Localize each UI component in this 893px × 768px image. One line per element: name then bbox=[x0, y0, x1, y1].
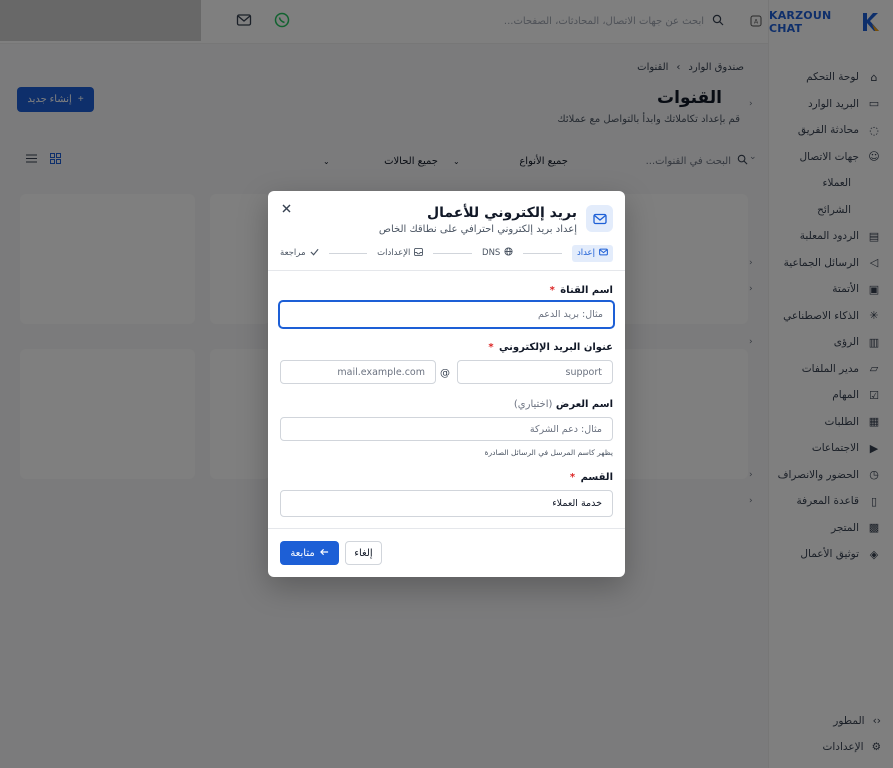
modal-title: بريد إلكتروني للأعمال bbox=[426, 205, 577, 221]
inbox-icon bbox=[414, 247, 424, 259]
business-email-modal: بريد إلكتروني للأعمال إعداد بريد إلكترون… bbox=[268, 191, 625, 577]
required-marker: * bbox=[549, 285, 555, 296]
required-marker: * bbox=[488, 342, 494, 353]
display-name-hint: يظهر كاسم المرسل في الرسائل الصادرة bbox=[484, 448, 613, 457]
cancel-button[interactable]: إلغاء bbox=[345, 541, 382, 565]
department-label-text: القسم bbox=[580, 472, 613, 483]
display-name-label: اسم العرض (اختياري) bbox=[514, 399, 613, 410]
step-connector bbox=[433, 252, 473, 254]
wizard-steps: إعداد DNS الإعدادات مراجعة bbox=[280, 243, 613, 263]
step-setup-label: إعداد bbox=[576, 248, 595, 258]
email-address-label-text: عنوان البريد الإلكتروني bbox=[499, 342, 613, 353]
modal-subtitle: إعداد بريد إلكتروني احترافي على نطاقك ال… bbox=[378, 224, 577, 235]
step-dns-label: DNS bbox=[482, 248, 501, 258]
required-marker: * bbox=[569, 472, 576, 483]
step-settings[interactable]: الإعدادات bbox=[377, 247, 424, 259]
continue-button[interactable]: متابعة bbox=[280, 541, 339, 565]
close-icon[interactable] bbox=[280, 202, 292, 214]
continue-button-label: متابعة bbox=[290, 547, 315, 559]
email-domain-input[interactable] bbox=[280, 360, 436, 384]
display-name-label-text: اسم العرض bbox=[555, 399, 613, 410]
channel-name-label-text: اسم القناة bbox=[560, 285, 613, 296]
step-review[interactable]: مراجعة bbox=[280, 248, 319, 259]
modal-mail-icon bbox=[586, 205, 613, 232]
step-setup[interactable]: إعداد bbox=[571, 244, 613, 262]
mail-icon bbox=[599, 248, 608, 259]
channel-name-input[interactable] bbox=[278, 300, 615, 329]
email-address-label: عنوان البريد الإلكتروني * bbox=[488, 342, 613, 353]
globe-icon bbox=[504, 247, 513, 259]
modal-header-divider bbox=[268, 270, 625, 271]
display-name-input[interactable] bbox=[280, 417, 613, 441]
email-local-part-input[interactable] bbox=[457, 360, 613, 384]
department-label: القسم * bbox=[570, 472, 613, 483]
step-connector bbox=[523, 252, 562, 254]
step-review-label: مراجعة bbox=[280, 248, 306, 258]
channel-name-label: اسم القناة * bbox=[550, 285, 613, 296]
step-connector bbox=[328, 252, 368, 254]
arrow-left-icon bbox=[319, 548, 329, 559]
optional-marker: (اختياري) bbox=[513, 399, 553, 410]
modal-footer-divider bbox=[268, 528, 625, 529]
step-dns[interactable]: DNS bbox=[482, 247, 513, 259]
department-input[interactable] bbox=[280, 490, 613, 517]
at-sign: @ bbox=[440, 368, 450, 379]
step-settings-label: الإعدادات bbox=[377, 248, 411, 258]
check-icon bbox=[310, 248, 319, 259]
